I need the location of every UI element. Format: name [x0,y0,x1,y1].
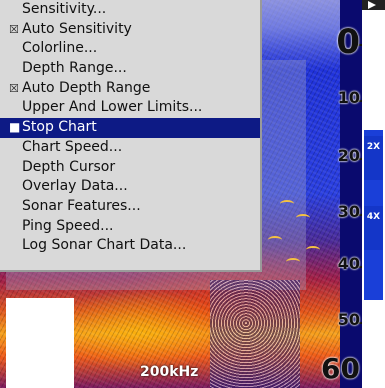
depth-label-30: 30 [337,202,360,221]
square-marker-icon: ■ [9,120,21,135]
menu-item-label: Auto Depth Range [22,79,151,96]
sidebar-header [362,0,385,10]
menu-item-label: Sensitivity... [22,1,107,17]
zoom-sidebar: 2X 4X [362,0,385,388]
checkbox-checked-icon: ☒ [9,22,19,36]
menu-item-label: Depth Cursor [22,158,116,175]
fish-arch [286,258,300,266]
menu-item-label: Auto Sensitivity [22,20,132,37]
bottom-texture [210,280,300,388]
menu-item-label: Chart Speed... [22,138,123,155]
menu-item[interactable]: Log Sonar Chart Data... [0,236,260,256]
sonar-menu: Sensitivity... ☒ Auto Sensitivity Colorline… [0,0,262,272]
depth-label-40: 40 [337,254,360,273]
fish-arch [268,236,282,244]
depth-label-0: 0 [336,22,360,62]
menu-item[interactable]: Ping Speed... [0,217,260,237]
menu-list: Sensitivity... ☒ Auto Sensitivity Colorline… [0,0,260,256]
frequency-label: 200kHz [140,364,199,380]
menu-item-label: Colorline... [22,40,98,57]
menu-item-label: Ping Speed... [22,217,114,234]
menu-item[interactable]: Depth Range... [0,59,260,79]
depth-label-20: 20 [337,146,360,165]
checkbox-checked-icon: ☒ [9,81,19,95]
menu-item-label: Sonar Features... [22,197,141,214]
menu-item-label: Log Sonar Chart Data... [22,237,187,254]
arrow-right-icon[interactable] [368,1,376,9]
zoom-2x-label[interactable]: 2X [364,136,383,180]
fish-arch [280,200,294,208]
menu-item[interactable]: ☒ Auto Sensitivity [0,20,260,40]
depth-label-50: 50 [337,310,360,329]
blank-patch [6,298,74,388]
menu-item[interactable]: ☒ Auto Depth Range [0,79,260,99]
menu-item[interactable]: Sensitivity... [0,0,260,20]
sonar-screen: 0 10 20 30 40 50 60 2X 4X 200kHz Sensiti… [0,0,385,388]
depth-label-60: 60 [321,352,360,385]
menu-item[interactable]: Depth Cursor [0,158,260,178]
menu-item[interactable]: Upper And Lower Limits... [0,98,260,118]
menu-item-label: Upper And Lower Limits... [22,99,203,116]
menu-item-label: Depth Range... [22,60,127,77]
depth-label-10: 10 [337,88,360,107]
menu-item-label: Stop Chart [22,119,97,136]
menu-item[interactable]: Overlay Data... [0,177,260,197]
menu-item[interactable]: Sonar Features... [0,197,260,217]
fish-arch [306,246,320,254]
menu-item[interactable]: Chart Speed... [0,138,260,158]
menu-item[interactable]: Colorline... [0,39,260,59]
zoom-4x-label[interactable]: 4X [364,206,383,250]
depth-scale: 0 10 20 30 40 50 60 [321,0,362,388]
zoom-bar[interactable]: 2X 4X [364,130,383,300]
menu-item[interactable]: ■ Stop Chart [0,118,260,138]
fish-arch [296,214,310,222]
menu-item-label: Overlay Data... [22,178,128,195]
